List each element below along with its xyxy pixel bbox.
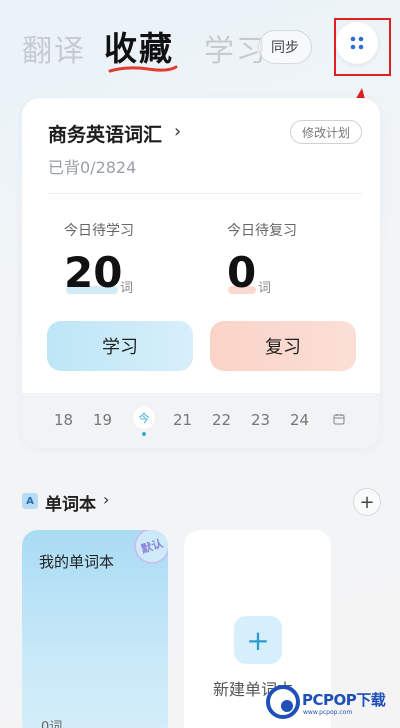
watermark-logo: PCPOP下载 www.pcpop.com [266, 683, 400, 728]
watermark-circle-icon [266, 685, 300, 719]
watermark-text: PCPOP下载 [302, 691, 386, 709]
today-indicator-dot [142, 432, 146, 436]
progress-text: 已背0/2824 [48, 158, 137, 177]
wordbook-title[interactable]: 商务英语词汇 [48, 120, 162, 147]
today-learn-count: 20 [64, 248, 123, 297]
study-button[interactable]: 学习 [47, 321, 193, 371]
wordbook-section-icon: A [22, 493, 38, 509]
tab-translate[interactable]: 翻译 [22, 26, 86, 70]
my-wordbook-card[interactable]: 我的单词本 默认 0词 [22, 530, 168, 728]
calendar-icon[interactable] [333, 413, 345, 425]
date-item[interactable]: 19 [93, 411, 112, 429]
divider [48, 193, 362, 194]
plus-icon: + [234, 616, 282, 664]
review-button[interactable]: 复习 [210, 321, 356, 371]
today-review-count: 0 [227, 248, 257, 297]
wordbook-section-title[interactable]: 单词本 [45, 490, 96, 515]
add-wordbook-button[interactable]: + [353, 488, 381, 516]
chevron-right-icon[interactable]: › [174, 121, 181, 142]
date-item[interactable]: 21 [173, 411, 192, 429]
learn-unit: 词 [120, 281, 134, 296]
today-review-label: 今日待复习 [227, 223, 297, 239]
tab-favorites[interactable]: 收藏 [104, 22, 174, 70]
date-item[interactable]: 24 [290, 411, 309, 429]
today-learn-label: 今日待学习 [64, 223, 134, 239]
modify-plan-button[interactable]: 修改计划 [290, 120, 362, 144]
date-item-today[interactable]: 今 [133, 407, 155, 429]
date-item[interactable]: 22 [212, 411, 231, 429]
my-wordbook-count: 0词 [41, 720, 63, 728]
chevron-right-icon[interactable]: › [103, 490, 109, 509]
study-plan-card: 商务英语词汇 › 修改计划 已背0/2824 今日待学习 20 词 今日待复习 … [22, 98, 380, 448]
date-item[interactable]: 18 [54, 411, 73, 429]
sync-button[interactable]: 同步 [258, 30, 312, 64]
active-tab-underline [108, 65, 178, 73]
annotation-highlight-box [334, 18, 391, 76]
review-unit: 词 [258, 281, 272, 296]
date-item[interactable]: 23 [251, 411, 270, 429]
my-wordbook-title: 我的单词本 [39, 553, 115, 571]
watermark-subtext: www.pcpop.com [303, 709, 353, 716]
date-strip: 18 19 今 21 22 23 24 [22, 393, 380, 448]
default-badge: 默认 [129, 530, 168, 569]
